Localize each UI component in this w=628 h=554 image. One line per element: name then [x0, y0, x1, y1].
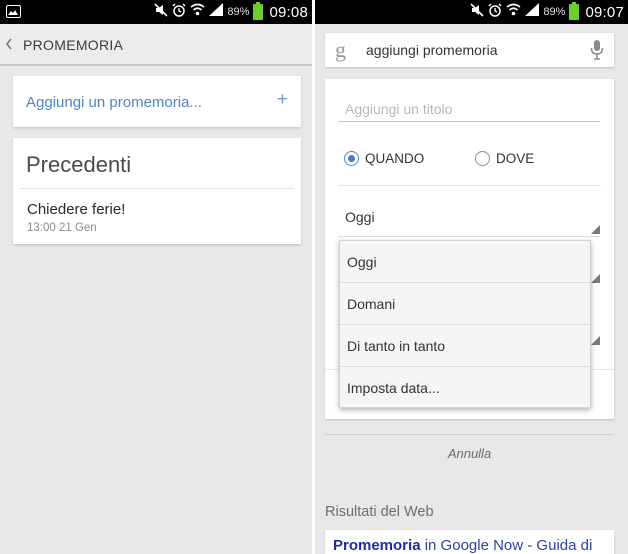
- divider: [20, 188, 294, 189]
- page-title[interactable]: PROMEMORIA: [23, 37, 123, 53]
- dropdown-option[interactable]: Domani: [340, 283, 590, 325]
- day-spinner[interactable]: Oggi: [338, 201, 600, 237]
- google-logo-icon: g: [335, 37, 346, 62]
- web-result-bold: Promemoria: [333, 537, 421, 554]
- radio-when-label: QUANDO: [365, 151, 425, 166]
- dropdown-option[interactable]: Imposta data...: [340, 367, 590, 409]
- divider: [338, 185, 601, 186]
- spinner-triangle-icon: [591, 336, 600, 345]
- radio-when[interactable]: QUANDO: [344, 151, 424, 166]
- radio-where[interactable]: DOVE: [475, 151, 534, 166]
- microphone-icon[interactable]: [590, 39, 604, 66]
- spinner-triangle-icon: [591, 225, 600, 234]
- alarm-icon: [172, 2, 186, 22]
- alarm-icon: [488, 2, 502, 22]
- web-result-link[interactable]: Promemoria in Google Now - Guida di: [333, 537, 592, 554]
- web-results-heading: Risultati del Web: [325, 504, 434, 520]
- spinner-triangle-icon: [591, 274, 600, 283]
- cancel-button[interactable]: Annulla: [325, 446, 614, 461]
- action-bar: PROMEMORIA: [0, 24, 312, 66]
- search-query[interactable]: aggiungi promemoria: [366, 42, 498, 58]
- plus-icon: +: [276, 89, 288, 110]
- mute-icon: [154, 2, 168, 22]
- back-chevron-icon[interactable]: [5, 37, 13, 55]
- status-time: 09:07: [585, 3, 624, 21]
- signal-icon: [525, 3, 540, 21]
- add-reminder-label: Aggiungi un promemoria...: [26, 94, 202, 111]
- gallery-notification-icon: [6, 5, 21, 18]
- battery-icon: [569, 2, 580, 20]
- radio-unselected-icon: [475, 151, 490, 166]
- title-input[interactable]: [338, 96, 600, 122]
- status-bar: 89% 09:08: [0, 0, 312, 24]
- radio-selected-icon: [344, 151, 359, 166]
- web-result-rest: in Google Now - Guida di: [420, 537, 593, 554]
- status-time: 09:08: [269, 3, 308, 21]
- day-dropdown-menu: Oggi Domani Di tanto in tanto Imposta da…: [339, 240, 591, 408]
- dropdown-option[interactable]: Oggi: [340, 241, 590, 283]
- battery-percent: 89%: [227, 6, 250, 18]
- signal-icon: [209, 3, 224, 21]
- battery-percent: 89%: [543, 6, 566, 18]
- reminder-item-time: 13:00 21 Gen: [27, 222, 97, 234]
- add-reminder-card[interactable]: Aggiungi un promemoria... +: [13, 76, 301, 127]
- day-spinner-value: Oggi: [345, 209, 375, 225]
- battery-icon: [253, 2, 264, 20]
- wifi-icon: [506, 3, 521, 21]
- left-phone-screen: 89% 09:08 PROMEMORIA Aggiungi un promemo…: [0, 0, 312, 554]
- web-result-card[interactable]: Promemoria in Google Now - Guida di: [325, 530, 614, 554]
- wifi-icon: [190, 3, 205, 21]
- radio-where-label: DOVE: [496, 151, 535, 166]
- google-search-box[interactable]: g aggiungi promemoria: [325, 33, 614, 67]
- status-bar: 89% 09:07: [315, 0, 628, 24]
- reminder-item-title[interactable]: Chiedere ferie!: [27, 201, 125, 218]
- divider: [325, 434, 614, 435]
- mute-icon: [470, 2, 484, 22]
- previous-reminders-card: Precedenti Chiedere ferie! 13:00 21 Gen: [13, 138, 301, 244]
- previous-title: Precedenti: [26, 152, 132, 177]
- dropdown-option[interactable]: Di tanto in tanto: [340, 325, 590, 367]
